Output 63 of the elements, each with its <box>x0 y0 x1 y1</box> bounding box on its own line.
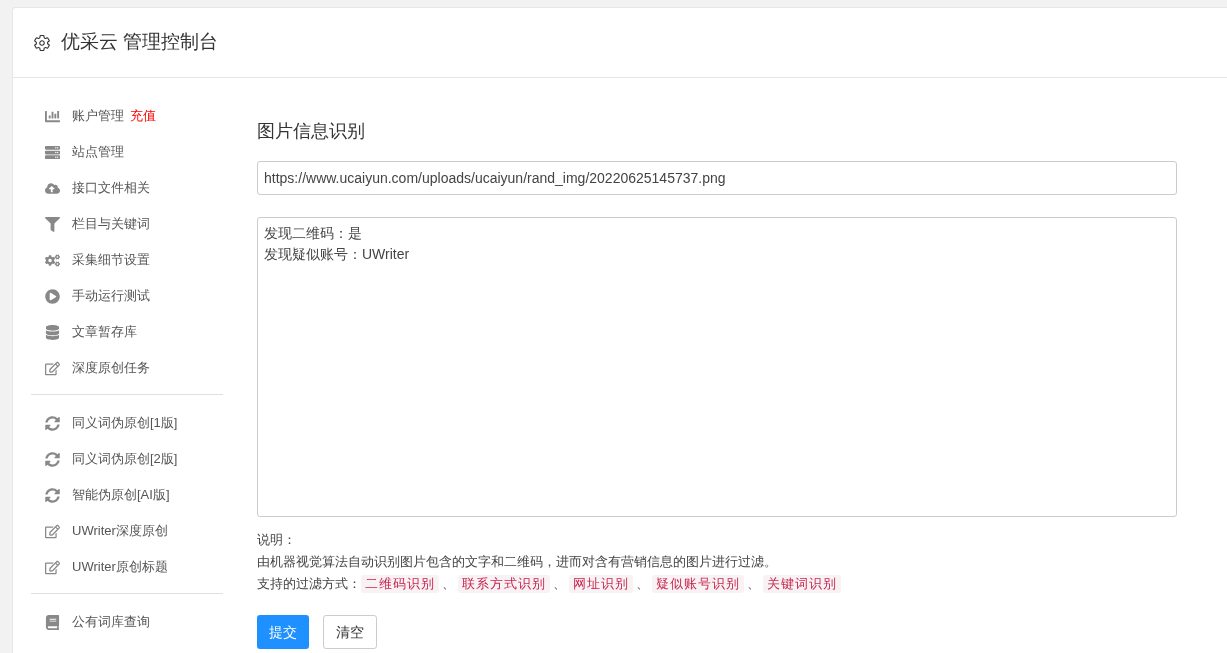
sidebar-label: 文章暂存库 <box>72 323 137 342</box>
sidebar-item[interactable]: 文章暂存库 <box>31 314 223 350</box>
result-box[interactable]: 发现二维码：是 发现疑似账号：UWriter <box>257 217 1177 517</box>
sidebar-label: 账户管理 <box>72 107 124 126</box>
sidebar-label: 智能伪原创[AI版] <box>72 486 170 505</box>
result-line: 发现二维码：是 <box>264 224 362 243</box>
sidebar-label: UWriter原创标题 <box>72 558 168 577</box>
method-tag: 网址识别 <box>569 575 633 593</box>
gears-icon <box>45 252 60 268</box>
sidebar-label: 采集细节设置 <box>72 251 150 270</box>
cloud-upload-icon <box>45 180 60 196</box>
settings-icon <box>33 33 51 52</box>
section-title: 图片信息识别 <box>257 120 366 143</box>
sidebar-item[interactable]: 账户管理 充值 <box>31 98 223 134</box>
url-field[interactable]: https://www.ucaiyun.com/uploads/ucaiyun/rand_img/20220625145737.png <box>257 161 1177 195</box>
sidebar-item[interactable]: 智能伪原创[AI版] <box>31 477 223 513</box>
edit-icon <box>45 559 60 575</box>
sidebar-item[interactable]: UWriter原创标题 <box>31 549 223 585</box>
book-icon <box>45 614 60 630</box>
notes-heading: 说明： <box>257 531 296 549</box>
sidebar-item[interactable]: 手动运行测试 <box>31 278 223 314</box>
server-icon <box>45 144 60 160</box>
result-line: 发现疑似账号：UWriter <box>264 245 410 264</box>
refresh-icon <box>45 451 60 467</box>
method-tag: 二维码识别 <box>361 575 439 593</box>
sidebar-label: 栏目与关键词 <box>72 215 150 234</box>
edit-icon <box>45 523 60 539</box>
method-tag: 疑似账号识别 <box>652 575 744 593</box>
sidebar-label: 同义词伪原创[1版] <box>72 414 178 433</box>
sidebar-item[interactable]: 接口文件相关 <box>31 170 223 206</box>
methods-label: 支持的过滤方式： <box>257 575 361 593</box>
separator: 、 <box>746 575 761 593</box>
sidebar-label: 公有词库查询 <box>72 613 150 632</box>
sidebar-item[interactable]: 采集细节设置 <box>31 242 223 278</box>
separator: 、 <box>552 575 567 593</box>
database-icon <box>45 324 60 340</box>
sidebar-item[interactable]: 深度原创任务 <box>31 350 223 386</box>
sidebar-label: 站点管理 <box>72 143 124 162</box>
console-title: 优采云 管理控制台 <box>61 30 219 55</box>
play-icon <box>45 288 60 304</box>
sidebar-item[interactable]: 同义词伪原创[2版] <box>31 441 223 477</box>
method-tag: 联系方式识别 <box>458 575 550 593</box>
separator: 、 <box>635 575 650 593</box>
sidebar-label: 手动运行测试 <box>72 287 150 306</box>
refresh-icon <box>45 415 60 431</box>
sidebar-item[interactable]: 公有词库查询 <box>31 604 223 640</box>
filter-icon <box>45 216 60 232</box>
sidebar-label: 深度原创任务 <box>72 359 150 378</box>
clear-button[interactable]: 清空 <box>323 615 377 649</box>
separator: 、 <box>441 575 456 593</box>
sidebar-label: 接口文件相关 <box>72 179 150 198</box>
sidebar-item[interactable]: 站点管理 <box>31 134 223 170</box>
recharge-link[interactable]: 充值 <box>130 106 156 126</box>
sidebar-label: 同义词伪原创[2版] <box>72 450 178 469</box>
bar-chart-icon <box>45 108 60 124</box>
sidebar-label: UWriter深度原创 <box>72 522 168 541</box>
method-tag: 关键词识别 <box>763 575 841 593</box>
refresh-icon <box>45 487 60 503</box>
notes-description: 由机器视觉算法自动识别图片包含的文字和二维码，进而对含有营销信息的图片进行过滤。 <box>257 553 777 571</box>
sidebar-item[interactable]: 栏目与关键词 <box>31 206 223 242</box>
edit-icon <box>45 360 60 376</box>
sidebar-item[interactable]: UWriter深度原创 <box>31 513 223 549</box>
sidebar-item[interactable]: 同义词伪原创[1版] <box>31 405 223 441</box>
